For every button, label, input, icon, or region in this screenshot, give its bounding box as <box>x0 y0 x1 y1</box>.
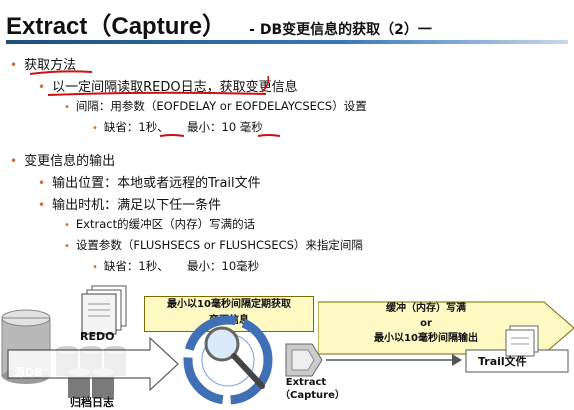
bullet-dot-icon: • <box>38 176 46 190</box>
extract-label-line2: （Capture） <box>280 390 345 401</box>
bullet-dot-icon: • <box>10 154 18 168</box>
bullet-output-timing: • 输出时机：满足以下任一条件 <box>38 194 221 213</box>
bullet-dot-icon: • <box>38 198 46 212</box>
archive-log-label: 归档日志 <box>70 396 114 409</box>
bullet-text: Extract的缓冲区（内存）写满的话 <box>75 217 256 231</box>
bullet-output-location: • 输出位置：本地或者远程的Trail文件 <box>38 172 261 191</box>
bullet-flush-param: • 设置参数（FLUSHSECS or FLUSHCSECS）来指定间隔 <box>64 237 363 253</box>
bullet-text: 变更信息的输出 <box>24 154 116 169</box>
slide: Extract（Capture） - DB变更信息的获取（2）一 • 获取方法 •… <box>0 0 574 409</box>
extract-process-icon <box>285 343 323 377</box>
bullet-text: 设置参数（FLUSHSECS or FLUSHCSECS）来指定间隔 <box>75 238 363 252</box>
pen-underline-redo <box>47 91 267 96</box>
pen-underline-method <box>29 70 93 75</box>
pen-hook-redo <box>261 75 270 93</box>
pen-underline-min <box>257 134 281 137</box>
source-db-label: 源DB <box>14 366 43 379</box>
bullet-output: • 变更信息的输出 <box>10 150 115 169</box>
extract-label: Extract （Capture） <box>280 376 345 402</box>
extract-label-line1: Extract <box>285 377 327 388</box>
bullet-text: 输出位置：本地或者远程的Trail文件 <box>52 176 261 191</box>
pen-underline-default <box>159 134 185 137</box>
redo-label: REDO <box>80 330 115 343</box>
bullet-dot-icon: • <box>64 241 70 252</box>
pen-annotations <box>29 70 281 137</box>
bullet-dot-icon: • <box>92 262 98 273</box>
bullet-dot-icon: • <box>64 220 70 231</box>
redo-document-icon <box>81 285 127 335</box>
bullet-text: 缺省：1秒、 最小：10毫秒 <box>103 259 260 273</box>
bullet-buffer-full: • Extract的缓冲区（内存）写满的话 <box>64 216 255 232</box>
bullet-text: 输出时机：满足以下任一条件 <box>52 198 222 213</box>
trail-file-label: Trail文件 <box>478 355 527 368</box>
extract-to-trail-arrow <box>326 354 462 366</box>
bullet-flush-default: • 缺省：1秒、 最小：10毫秒 <box>92 258 259 274</box>
